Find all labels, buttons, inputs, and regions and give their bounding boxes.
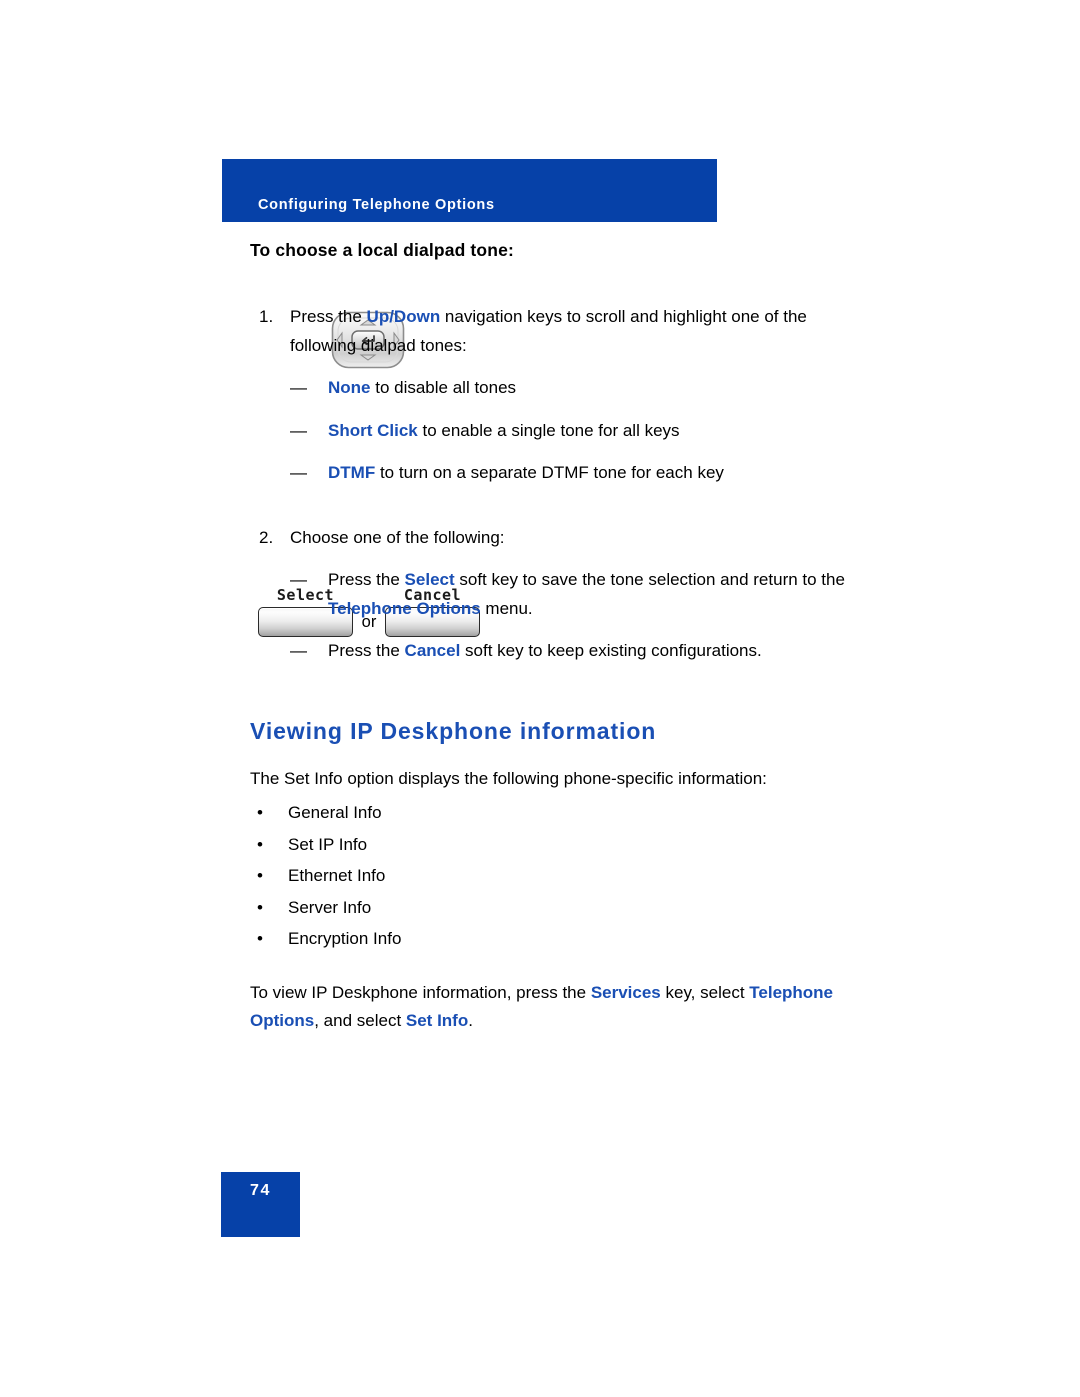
em-dash-icon: — — [290, 641, 307, 660]
page-number: 74 — [250, 1182, 271, 1199]
substep-select-mid: soft key to save the tone selection and … — [454, 570, 845, 589]
substep-short-click: — Short Click to enable a single tone fo… — [290, 417, 850, 446]
list-item-label: Set IP Info — [288, 834, 368, 854]
substep-none: — None to disable all tones — [290, 374, 850, 403]
procedure-title: To choose a local dialpad tone: — [250, 240, 514, 260]
list-item: • Encryption Info — [250, 923, 850, 955]
running-header-title: Configuring Telephone Options — [258, 197, 495, 213]
em-dash-icon: — — [290, 378, 307, 397]
substep-short-click-bold: Short Click — [328, 420, 418, 440]
substep-select-post: menu. — [480, 598, 533, 618]
substep-dtmf: — DTMF to turn on a separate DTMF tone f… — [290, 459, 850, 488]
step-1: 1. Press the Up/Down navigation keys to … — [250, 303, 850, 360]
step-2-substep-list: — Press the Select soft key to save the … — [290, 552, 850, 666]
list-item: • Ethernet Info — [250, 860, 850, 892]
substep-dtmf-bold: DTMF — [328, 463, 376, 482]
substep-dtmf-text: DTMF to turn on a separate DTMF tone for… — [328, 459, 850, 488]
step-2-substeps: — Press the Select soft key to save the … — [250, 552, 850, 666]
step-2: 2. Choose one of the following: — [250, 524, 850, 553]
closing-set-info-bold: Set Info — [405, 1011, 469, 1030]
substep-cancel-pre: Press the — [328, 641, 405, 660]
list-item-label: Server Info — [288, 897, 372, 917]
step-1-substeps: — None to disable all tones — Short Clic… — [250, 360, 850, 488]
closing-services-bold: Services — [590, 982, 661, 1002]
section-heading: Viewing IP Deskphone information — [250, 717, 657, 744]
substep-none-bold: None — [328, 378, 371, 397]
page-number-box: 74 — [221, 1172, 300, 1237]
substep-select-bold2: Telephone Options — [328, 598, 481, 618]
list-item: • Server Info — [250, 892, 850, 924]
step-2-block: 2. Choose one of the following: — Press … — [250, 524, 850, 666]
running-header-bar: Configuring Telephone Options — [222, 159, 717, 222]
bullet-icon: • — [257, 897, 263, 917]
list-item-label: Encryption Info — [288, 929, 402, 948]
step-2-number: 2. — [259, 527, 274, 547]
page-content: To choose a local dialpad tone: 1. Press… — [250, 240, 850, 1036]
em-dash-icon: — — [290, 570, 307, 589]
step-1-block: 1. Press the Up/Down navigation keys to … — [250, 303, 850, 488]
section-closing-paragraph: To view IP Deskphone information, press … — [250, 979, 850, 1036]
list-item: • Set IP Info — [250, 829, 850, 861]
substep-select-text: Press the Select soft key to save the to… — [328, 566, 850, 623]
em-dash-icon: — — [290, 420, 307, 440]
substep-short-click-text: Short Click to enable a single tone for … — [328, 417, 850, 446]
section-intro-paragraph: The Set Info option displays the followi… — [250, 768, 767, 788]
substep-short-click-rest: to enable a single tone for all keys — [417, 420, 680, 440]
step-2-text: Choose one of the following: — [290, 527, 505, 547]
closing-post: . — [468, 1011, 473, 1030]
list-item-label: General Info — [288, 803, 382, 822]
substep-select-pre: Press the — [328, 570, 405, 589]
step-1-lead-bold: Up/Down — [366, 307, 441, 326]
info-bullet-list: • General Info • Set IP Info • Ethernet … — [250, 797, 850, 955]
substep-cancel-text: Press the Cancel soft key to keep existi… — [328, 637, 850, 666]
substep-cancel: — Press the Cancel soft key to keep exis… — [290, 637, 850, 666]
substep-select: — Press the Select soft key to save the … — [290, 566, 850, 623]
substep-cancel-bold: Cancel — [404, 641, 461, 660]
step-1-number: 1. — [259, 307, 274, 326]
closing-mid1: key, select — [660, 982, 750, 1002]
step-1-lead-pre: Press the — [290, 307, 367, 326]
closing-pre: To view IP Deskphone information, press … — [250, 982, 591, 1002]
bullet-icon: • — [257, 803, 263, 822]
substep-cancel-mid: soft key to keep existing configurations… — [460, 641, 762, 660]
substep-select-bold: Select — [404, 570, 455, 589]
bullet-icon: • — [257, 929, 263, 948]
substep-none-rest: to disable all tones — [370, 378, 517, 397]
step-1-substep-list: — None to disable all tones — Short Clic… — [290, 360, 850, 488]
bullet-icon: • — [257, 866, 263, 885]
step-1-text: Press the Up/Down navigation keys to scr… — [290, 303, 850, 360]
substep-dtmf-rest: to turn on a separate DTMF tone for each… — [375, 463, 724, 482]
list-item-label: Ethernet Info — [288, 866, 386, 885]
substep-none-text: None to disable all tones — [328, 374, 850, 403]
em-dash-icon: — — [290, 463, 307, 482]
closing-mid2: , and select — [314, 1011, 406, 1030]
bullet-icon: • — [257, 834, 263, 854]
list-item: • General Info — [250, 797, 850, 829]
